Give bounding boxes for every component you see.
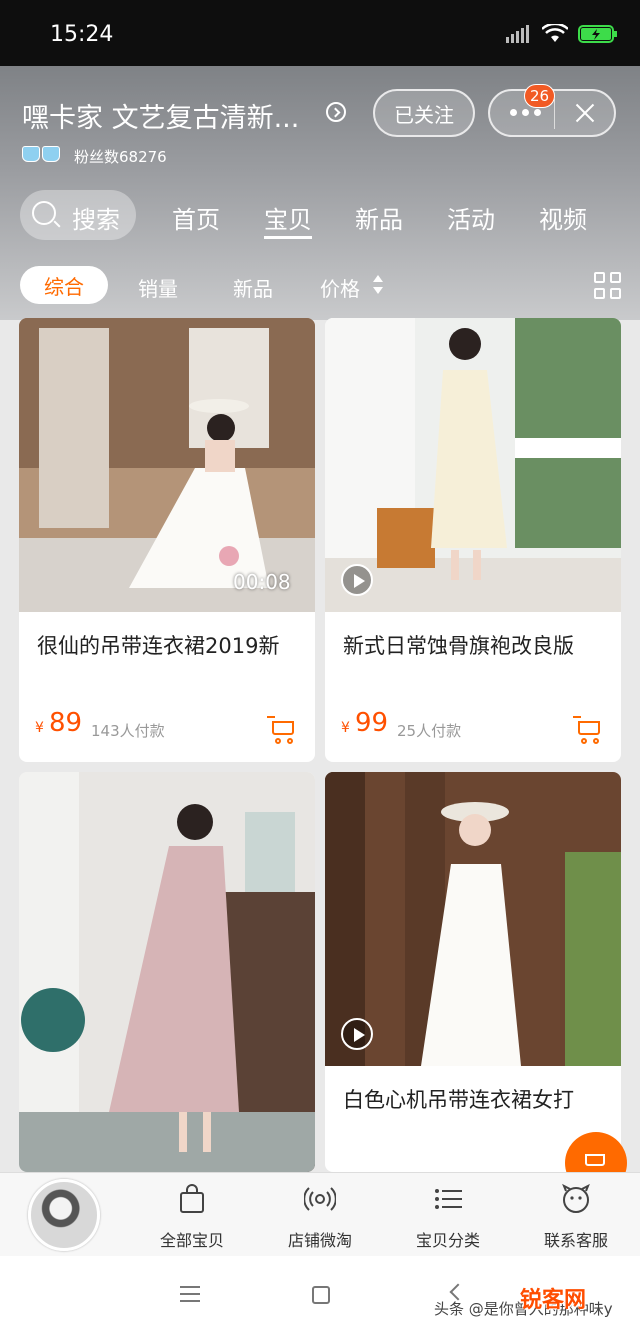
signal-icon bbox=[506, 25, 529, 43]
more-icon[interactable] bbox=[510, 109, 541, 116]
crown-rating-icon bbox=[22, 146, 60, 162]
video-duration: 00:08 bbox=[233, 570, 291, 594]
shopping-bag-icon bbox=[180, 1184, 204, 1213]
product-title: 很仙的吊带连衣裙2019新 bbox=[37, 634, 280, 658]
broadcast-icon bbox=[304, 1187, 336, 1211]
shop-feed-label: 店铺微淘 bbox=[287, 1231, 352, 1250]
message-badge: 26 bbox=[524, 84, 556, 108]
product-card[interactable]: 00:08 很仙的吊带连衣裙2019新 ¥ 89 143人付款 bbox=[19, 318, 315, 762]
all-products-label: 全部宝贝 bbox=[159, 1231, 224, 1250]
shop-avatar[interactable] bbox=[28, 1179, 100, 1251]
menu-icon[interactable] bbox=[180, 1286, 200, 1302]
filter-sales[interactable]: 销量 bbox=[138, 273, 178, 302]
play-icon[interactable] bbox=[341, 564, 373, 596]
sort-arrows-icon[interactable] bbox=[372, 275, 384, 297]
product-image bbox=[325, 318, 621, 612]
product-image bbox=[19, 772, 315, 1172]
price-value: 99 bbox=[355, 708, 389, 738]
watermark-logo: 锐客网 bbox=[520, 1288, 587, 1313]
tab-events[interactable]: 活动 bbox=[447, 200, 495, 235]
follow-button[interactable]: 已关注 bbox=[373, 89, 475, 137]
price-currency: ¥ bbox=[35, 720, 44, 736]
categories-button[interactable]: 宝贝分类 bbox=[384, 1173, 512, 1257]
cart-icon[interactable] bbox=[573, 716, 603, 744]
status-icons bbox=[506, 24, 618, 44]
all-products-button[interactable]: 全部宝贝 bbox=[128, 1173, 256, 1257]
cart-icon[interactable] bbox=[267, 716, 297, 744]
product-card[interactable] bbox=[19, 772, 315, 1172]
home-icon[interactable] bbox=[312, 1286, 330, 1304]
customer-service-label: 联系客服 bbox=[543, 1231, 608, 1250]
tab-products[interactable]: 宝贝 bbox=[264, 200, 312, 239]
chat-face-icon bbox=[562, 1183, 590, 1213]
product-title: 新式日常蚀骨旗袍改良版 bbox=[343, 634, 574, 658]
grid-view-icon[interactable] bbox=[594, 272, 622, 300]
tab-home[interactable]: 首页 bbox=[172, 200, 220, 235]
search-button[interactable]: 搜索 bbox=[20, 190, 136, 240]
capsule-divider bbox=[554, 99, 555, 129]
customer-service-button[interactable]: 联系客服 bbox=[512, 1173, 640, 1257]
cart-icon bbox=[585, 1154, 605, 1166]
product-image bbox=[325, 772, 621, 1066]
shop-feed-button[interactable]: 店铺微淘 bbox=[256, 1173, 384, 1257]
chevron-right-icon[interactable] bbox=[326, 102, 346, 122]
product-card[interactable]: 新式日常蚀骨旗袍改良版 ¥ 99 25人付款 bbox=[325, 318, 621, 762]
filter-new[interactable]: 新品 bbox=[233, 273, 273, 302]
search-icon bbox=[32, 201, 56, 225]
clock: 15:24 bbox=[50, 22, 114, 47]
product-card[interactable]: 白色心机吊带连衣裙女打 bbox=[325, 772, 621, 1172]
fans-count: 粉丝数68276 bbox=[74, 148, 167, 166]
filter-price[interactable]: 价格 bbox=[320, 273, 360, 302]
close-icon[interactable] bbox=[573, 101, 597, 125]
categories-label: 宝贝分类 bbox=[415, 1231, 480, 1250]
filter-overall[interactable]: 综合 bbox=[20, 266, 108, 304]
play-icon[interactable] bbox=[341, 1018, 373, 1050]
tab-new[interactable]: 新品 bbox=[355, 200, 403, 235]
shop-bottom-bar: 全部宝贝 店铺微淘 宝贝分类 联系客服 bbox=[0, 1172, 640, 1256]
status-bar: 15:24 bbox=[0, 0, 640, 66]
product-image bbox=[19, 318, 315, 612]
sales-count: 25人付款 bbox=[397, 722, 462, 740]
sales-count: 143人付款 bbox=[91, 722, 165, 740]
battery-icon bbox=[578, 25, 617, 43]
wifi-icon bbox=[542, 24, 568, 42]
price-currency: ¥ bbox=[341, 720, 350, 736]
product-title: 白色心机吊带连衣裙女打 bbox=[343, 1088, 574, 1112]
search-label: 搜索 bbox=[72, 206, 120, 234]
shop-name[interactable]: 嘿卡家 文艺复古清新... bbox=[22, 96, 299, 135]
price-value: 89 bbox=[49, 708, 83, 738]
list-icon bbox=[435, 1189, 462, 1209]
tab-videos[interactable]: 视频 bbox=[539, 200, 587, 235]
